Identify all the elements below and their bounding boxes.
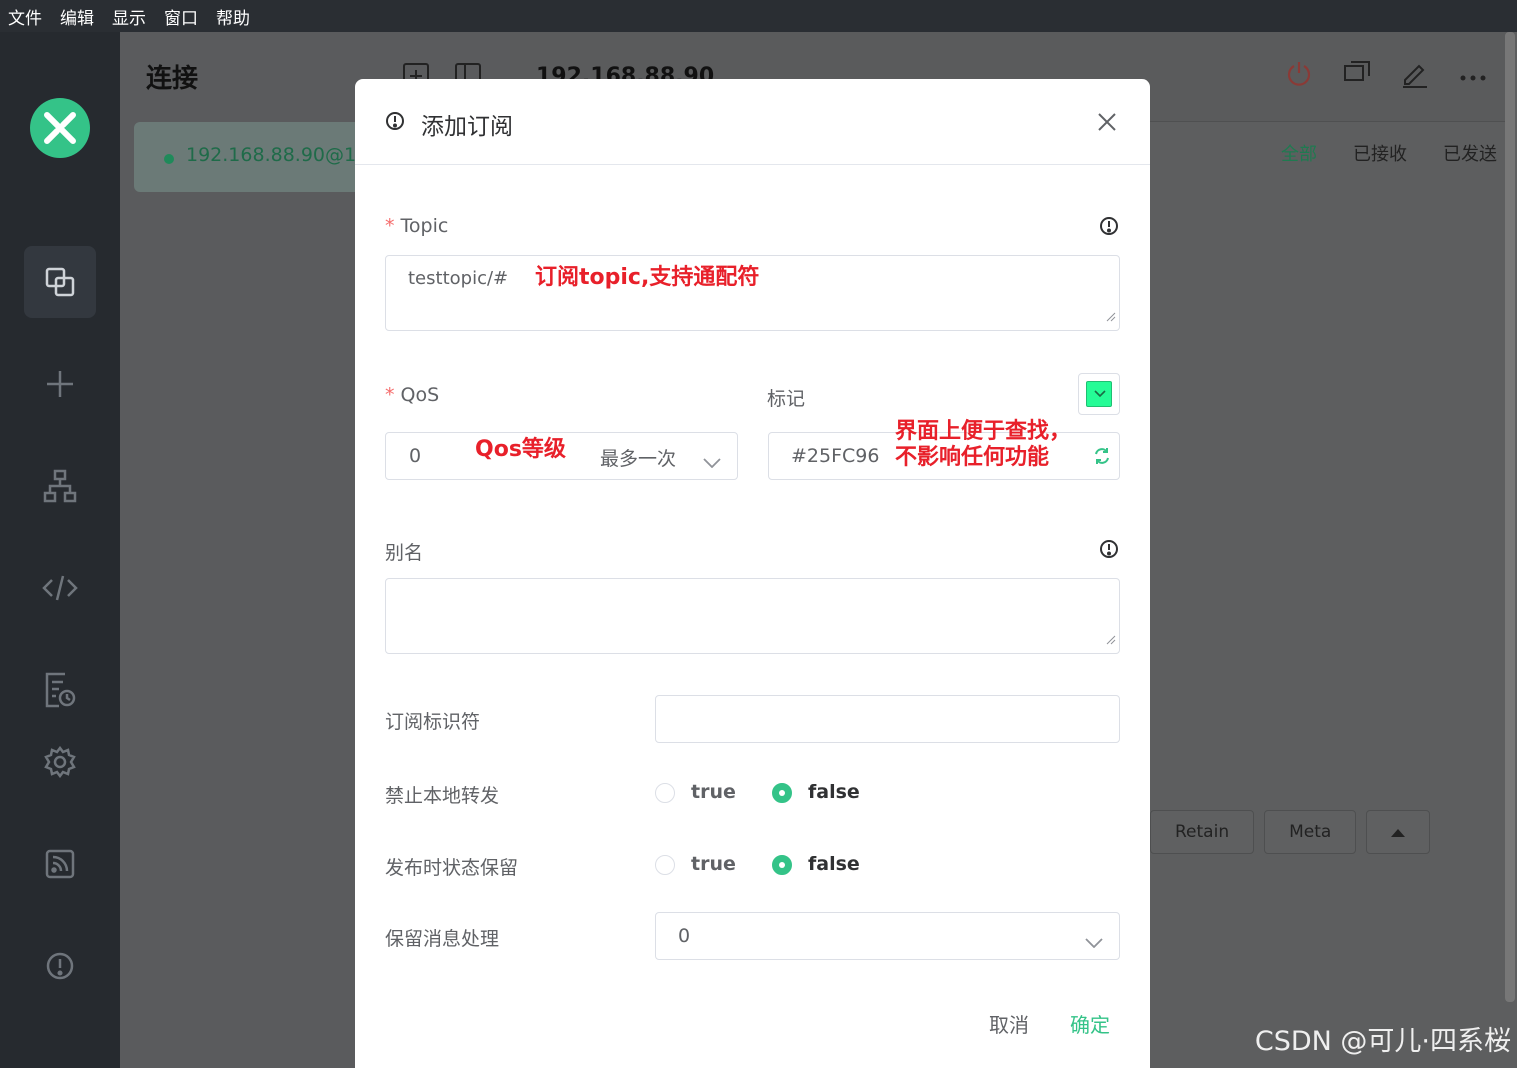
app-logo: [30, 98, 90, 158]
more-icon[interactable]: [1459, 67, 1487, 86]
dialog-title: 添加订阅: [421, 114, 513, 140]
topology-icon[interactable]: [24, 450, 96, 522]
resize-handle-icon[interactable]: [1106, 306, 1116, 327]
alias-help-icon[interactable]: [1099, 539, 1119, 563]
caret-up-icon: [1391, 829, 1406, 837]
expand-button[interactable]: [1366, 810, 1431, 854]
menu-bar: 文件 编辑 显示 窗口 帮助: [0, 0, 1517, 32]
watermark: CSDN @可儿·四系桜: [1254, 1026, 1511, 1057]
topic-help-icon[interactable]: [1099, 216, 1119, 240]
rap-true-radio[interactable]: [655, 855, 675, 875]
connections-title: 连接: [146, 64, 199, 94]
tag-annotation: 界面上便于查找， 不影响任何功能: [895, 419, 1072, 471]
qos-label: * QoS: [385, 384, 440, 406]
chevron-down-icon: [1094, 390, 1106, 398]
qos-text: 最多一次: [600, 448, 677, 470]
connection-label: 192.168.88.90@19: [186, 144, 369, 166]
no-local-true-radio[interactable]: [655, 783, 675, 803]
rap-false-label[interactable]: false: [808, 853, 860, 875]
menu-view[interactable]: 显示: [112, 4, 146, 29]
color-picker-button[interactable]: [1078, 373, 1120, 415]
meta-button[interactable]: Meta: [1264, 810, 1357, 854]
menu-file[interactable]: 文件: [8, 4, 42, 29]
confirm-button[interactable]: 确定: [1070, 1009, 1110, 1038]
menu-help[interactable]: 帮助: [216, 4, 250, 29]
qos-value: 0: [409, 445, 422, 467]
tag-label: 标记: [767, 388, 806, 410]
topic-annotation: 订阅topic,支持通配符: [535, 265, 760, 290]
qos-annotation: Qos等级: [475, 437, 566, 462]
about-icon[interactable]: [24, 930, 96, 1002]
retain-handling-value: 0: [678, 925, 691, 947]
retain-as-published-label: 发布时状态保留: [385, 857, 519, 879]
connections-icon[interactable]: [24, 246, 96, 318]
chevron-down-icon: [1085, 931, 1103, 953]
rap-false-radio[interactable]: [772, 855, 792, 875]
alias-label: 别名: [385, 542, 424, 564]
publish-options-bar: Retain Meta: [1150, 810, 1431, 854]
no-local-false-radio[interactable]: [772, 783, 792, 803]
no-local-true-label[interactable]: true: [691, 781, 736, 803]
rap-true-label[interactable]: true: [691, 853, 736, 875]
info-icon: [385, 111, 405, 135]
subscription-id-label: 订阅标识符: [385, 711, 481, 733]
retain-handling-label: 保留消息处理: [385, 928, 500, 950]
resize-handle-icon[interactable]: [1106, 629, 1116, 650]
retain-button[interactable]: Retain: [1150, 810, 1255, 854]
no-local-false-label[interactable]: false: [808, 781, 860, 803]
new-window-icon[interactable]: [1343, 60, 1371, 92]
color-swatch: [1086, 381, 1112, 407]
refresh-icon[interactable]: [1093, 447, 1111, 470]
no-local-label: 禁止本地转发: [385, 785, 500, 807]
disconnect-icon[interactable]: [1285, 60, 1313, 92]
close-icon[interactable]: [1094, 109, 1120, 135]
filter-received[interactable]: 已接收: [1353, 140, 1407, 166]
menu-window[interactable]: 窗口: [164, 4, 198, 29]
plus-icon[interactable]: [24, 348, 96, 420]
filter-all[interactable]: 全部: [1281, 140, 1317, 166]
script-icon[interactable]: [24, 552, 96, 624]
cancel-button[interactable]: 取消: [989, 1009, 1029, 1038]
topic-label: * Topic: [385, 215, 449, 237]
subscription-id-input[interactable]: [655, 695, 1120, 743]
scrollbar[interactable]: [1505, 32, 1515, 1002]
add-subscription-dialog: 添加订阅 * Topic testtopic/# 订阅topic,支持通配符 * Q…: [355, 79, 1150, 1068]
log-icon[interactable]: [24, 654, 96, 726]
filter-sent[interactable]: 已发送: [1443, 140, 1497, 166]
alias-input[interactable]: [385, 578, 1120, 654]
menu-edit[interactable]: 编辑: [60, 4, 94, 29]
edit-icon[interactable]: [1401, 60, 1429, 92]
dialog-header: 添加订阅: [355, 79, 1150, 165]
retain-handling-select[interactable]: 0: [655, 912, 1120, 960]
topic-value: testtopic/#: [408, 268, 509, 289]
subscribe-feed-icon[interactable]: [24, 828, 96, 900]
settings-icon[interactable]: [24, 726, 96, 798]
chevron-down-icon: [703, 451, 721, 473]
tag-color-value: #25FC96: [791, 445, 880, 467]
connection-status-dot: [164, 154, 174, 164]
message-filter: 全部 已接收 已发送: [1281, 140, 1497, 166]
sidebar: [0, 32, 120, 1068]
